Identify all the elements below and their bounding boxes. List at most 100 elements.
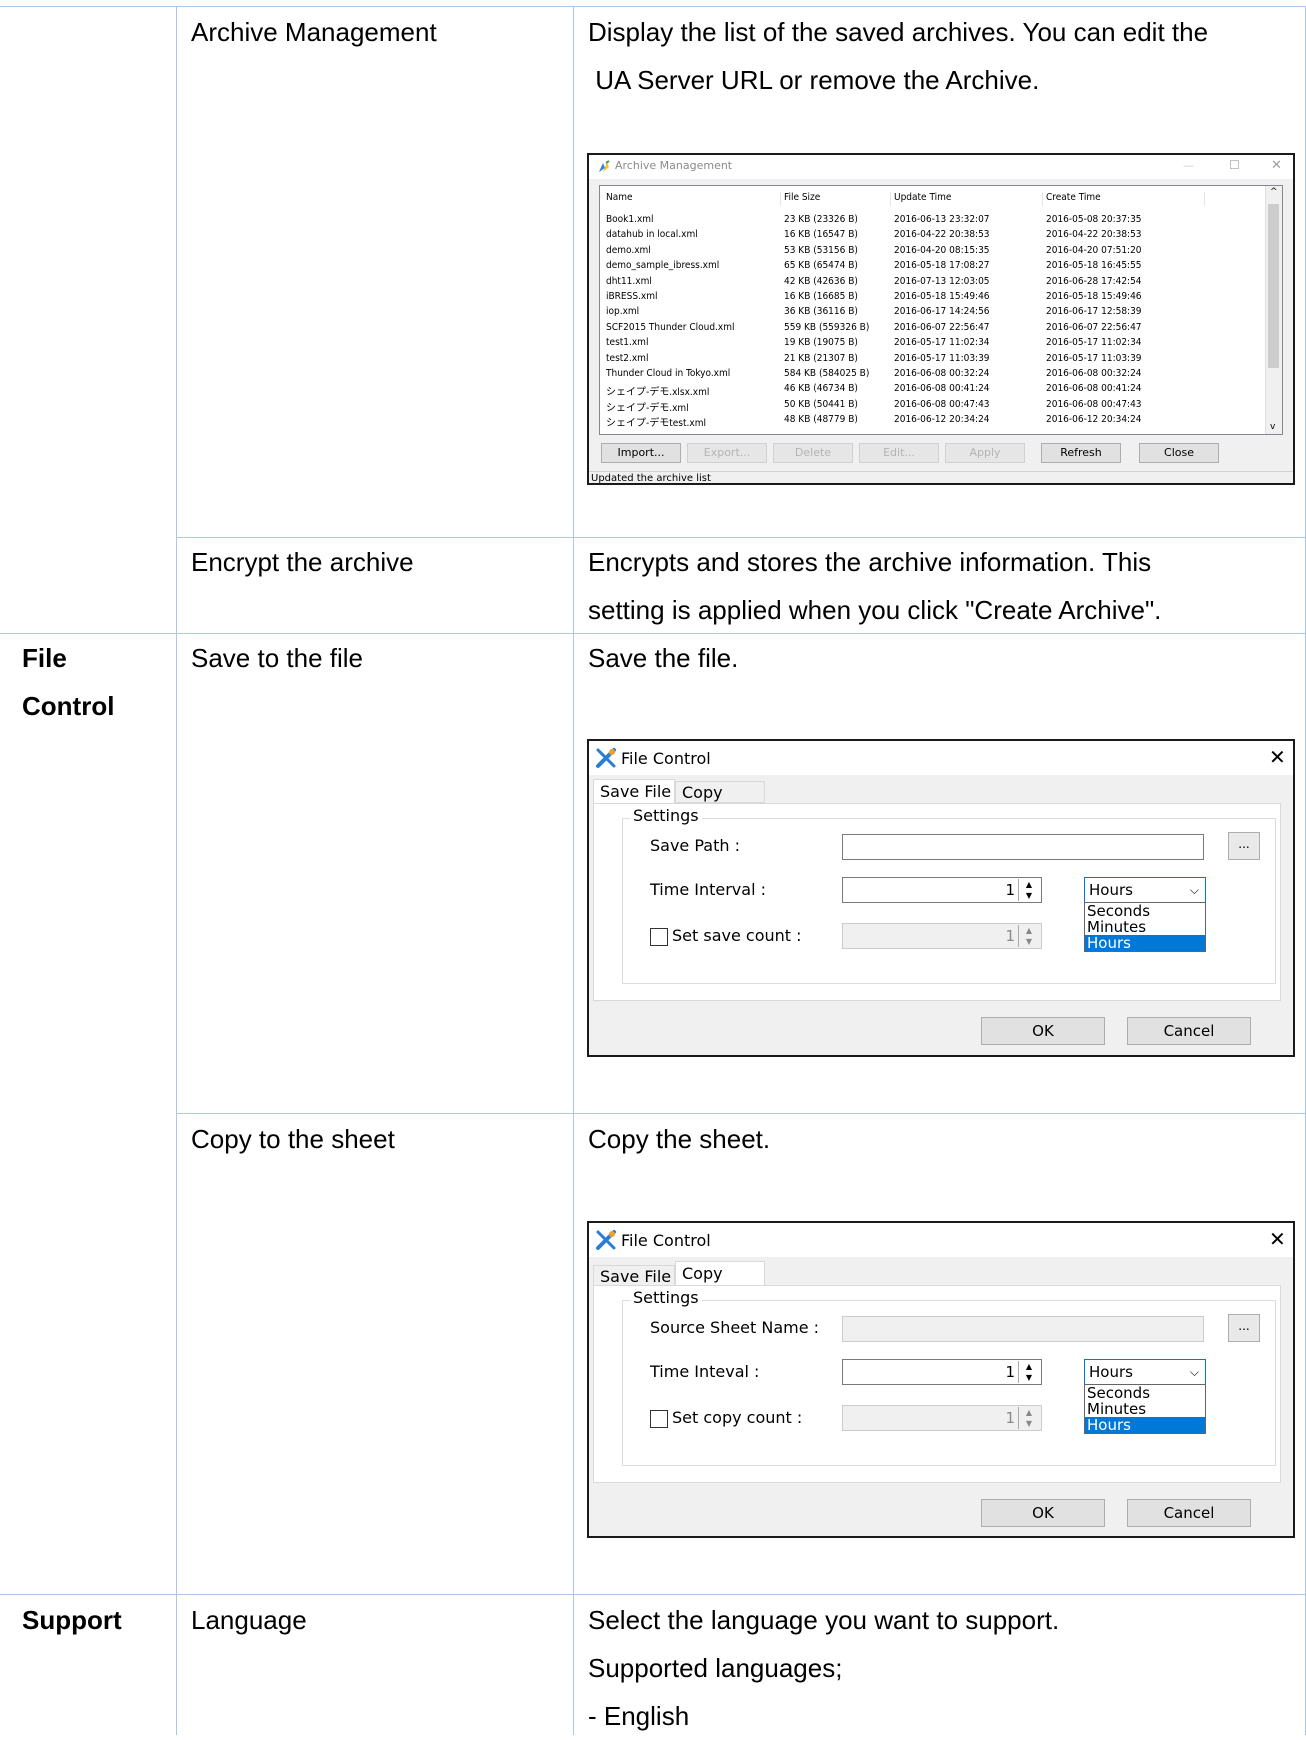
close-icon[interactable]: ✕: [1271, 158, 1282, 173]
archive-list-row[interactable]: dht11.xml 42 KB (42636 B) 2016-07-13 12:03…: [600, 276, 1260, 290]
source-sheet-label: Source Sheet Name :: [650, 1318, 820, 1337]
archive-list-row[interactable]: demo_sample_ibress.xml 65 KB (65474 B) 201…: [600, 260, 1260, 274]
archive-list-row[interactable]: SCF2015 Thunder Cloud.xml 559 KB (559326 …: [600, 322, 1260, 336]
unit-option-hours[interactable]: Hours: [1085, 1417, 1205, 1433]
save-count-checkbox[interactable]: [650, 928, 668, 946]
copy-count-checkbox[interactable]: [650, 1410, 668, 1428]
archive-list-row[interactable]: demo.xml 53 KB (53156 B) 2016-04-20 08:15:…: [600, 245, 1260, 259]
settings-legend: Settings: [630, 1288, 702, 1307]
unit-selected: Hours: [1089, 881, 1133, 899]
close-icon[interactable]: ✕: [1269, 1227, 1286, 1251]
item-archive-management: Archive Management: [191, 17, 437, 47]
archive-column-header[interactable]: Create Time: [1046, 192, 1101, 203]
archive-list-row[interactable]: シェイプ-デモ.xml 50 KB (50441 B) 2016-06-08 00:…: [600, 398, 1260, 414]
archive-list-row[interactable]: Book1.xml 23 KB (23326 B) 2016-06-13 23:32…: [600, 214, 1260, 228]
archive-list-scrollbar[interactable]: ^ v: [1265, 186, 1282, 434]
tab-copy-sheet[interactable]: Copy Sheet: [675, 781, 765, 824]
refresh-button[interactable]: Refresh: [1041, 443, 1121, 463]
archive-list-cell: 2016-04-22 20:38:53: [1046, 229, 1142, 241]
apply-button[interactable]: Apply: [945, 443, 1025, 463]
archive-window-title: Archive Management: [615, 159, 733, 172]
time-interval-spinner[interactable]: ▲ ▼: [1018, 1361, 1039, 1383]
archive-column-header[interactable]: File Size: [784, 192, 820, 203]
desc-encrypt-line2: setting is applied when you click "Creat…: [588, 595, 1162, 625]
tab-copy-sheet[interactable]: Copy Sheet: [675, 1261, 765, 1307]
archive-list-cell: 42 KB (42636 B): [784, 275, 858, 287]
archive-list[interactable]: Name File Size Update Time Create Time Book…: [599, 185, 1283, 435]
unit-option-minutes[interactable]: Minutes: [1085, 919, 1205, 935]
chevron-down-icon: ⌵: [1189, 1365, 1199, 1379]
scroll-up-icon[interactable]: ^: [1270, 187, 1278, 197]
grid-line: [176, 6, 177, 1735]
archive-list-cell: 36 KB (36116 B): [784, 306, 858, 318]
unit-option-seconds[interactable]: Seconds: [1085, 903, 1205, 919]
archive-list-cell: 16 KB (16547 B): [784, 229, 858, 241]
archive-list-cell: 2016-05-17 11:03:39: [1046, 352, 1142, 364]
archive-list-row[interactable]: シェイプ-デモtest.xml 48 KB (48779 B) 2016-06-12…: [600, 414, 1260, 429]
save-count-input[interactable]: 1 ▲ ▼: [842, 923, 1042, 949]
archive-list-cell: 2016-06-08 00:47:43: [1046, 398, 1142, 410]
copy-count-value: 1: [1005, 1409, 1015, 1427]
archive-list-row[interactable]: iBRESS.xml 16 KB (16685 B) 2016-05-18 15:4…: [600, 291, 1260, 305]
maximize-button[interactable]: ☐: [1229, 158, 1240, 172]
archive-column-header[interactable]: Name: [606, 192, 633, 203]
unit-dropdown[interactable]: Hours ⌵: [1084, 1359, 1206, 1385]
scroll-down-icon[interactable]: v: [1270, 422, 1275, 432]
archive-list-cell: 2016-06-08 00:32:24: [894, 368, 990, 379]
copy-count-spinner[interactable]: ▲ ▼: [1018, 1407, 1039, 1429]
delete-button[interactable]: Delete: [773, 443, 853, 463]
unit-option-seconds[interactable]: Seconds: [1085, 1385, 1205, 1401]
status-text: Updated the archive list: [591, 473, 711, 484]
tab-save-file[interactable]: Save File: [593, 779, 675, 805]
copy-count-input[interactable]: 1 ▲ ▼: [842, 1405, 1042, 1431]
archive-list-row[interactable]: Thunder Cloud in Tokyo.xml 584 KB (584025…: [600, 368, 1260, 382]
item-language: Language: [191, 1605, 307, 1635]
tab-save-file[interactable]: Save File: [593, 1265, 675, 1287]
save-count-spinner[interactable]: ▲ ▼: [1018, 925, 1039, 947]
export-button[interactable]: Export...: [687, 443, 767, 463]
browse-button[interactable]: ...: [1228, 832, 1260, 860]
file-control-title: File Control: [621, 749, 711, 768]
archive-list-cell: 16 KB (16685 B): [784, 291, 858, 302]
time-interval-spinner[interactable]: ▲ ▼: [1018, 879, 1039, 901]
archive-list-row[interactable]: iop.xml 36 KB (36116 B) 2016-06-17 14:24:5…: [600, 306, 1260, 320]
file-control-copy-window: File Control ✕ Save File Copy Sheet Sett…: [587, 1221, 1295, 1538]
archive-list-cell: 2016-05-18 17:08:27: [894, 260, 990, 272]
ok-button[interactable]: OK: [981, 1017, 1105, 1045]
save-count-label: Set save count :: [672, 926, 802, 945]
archive-list-cell: 2016-04-20 08:15:35: [894, 244, 990, 256]
scroll-thumb[interactable]: [1268, 204, 1279, 368]
archive-list-row[interactable]: test2.xml 21 KB (21307 B) 2016-05-17 11:03…: [600, 353, 1260, 367]
close-icon[interactable]: ✕: [1269, 745, 1286, 769]
column-separator: [890, 192, 891, 206]
minimize-button[interactable]: —: [1183, 159, 1194, 172]
archive-list-row[interactable]: test1.xml 19 KB (19075 B) 2016-05-17 11:02…: [600, 337, 1260, 351]
edit-button[interactable]: Edit...: [859, 443, 939, 463]
ok-button[interactable]: OK: [981, 1499, 1105, 1527]
unit-option-hours[interactable]: Hours: [1085, 935, 1205, 951]
archive-list-cell: SCF2015 Thunder Cloud.xml: [606, 321, 735, 333]
chevron-down-icon: ⌵: [1189, 883, 1199, 897]
settings-panel: Settings Save Path : ... Time Interval :…: [593, 803, 1281, 1001]
close-button[interactable]: Close: [1139, 443, 1219, 463]
time-interval-input[interactable]: 1 ▲ ▼: [842, 877, 1042, 903]
archive-list-cell: 2016-05-18 15:49:46: [1046, 291, 1142, 302]
time-interval-input[interactable]: 1 ▲ ▼: [842, 1359, 1042, 1385]
unit-option-minutes[interactable]: Minutes: [1085, 1401, 1205, 1417]
status-divider: [589, 471, 1293, 472]
unit-selected: Hours: [1089, 1363, 1133, 1381]
browse-button[interactable]: ...: [1228, 1314, 1260, 1342]
archive-list-row[interactable]: シェイプ-デモ.xlsx.xml 46 KB (46734 B) 2016-06-0…: [600, 383, 1260, 398]
archive-list-cell: 2016-04-22 20:38:53: [894, 229, 990, 241]
archive-list-cell: 2016-05-18 15:49:46: [894, 291, 990, 302]
archive-column-header[interactable]: Update Time: [894, 192, 951, 203]
import-button[interactable]: Import...: [601, 443, 681, 463]
source-sheet-input[interactable]: [842, 1316, 1204, 1342]
unit-dropdown[interactable]: Hours ⌵: [1084, 877, 1206, 903]
archive-list-row[interactable]: datahub in local.xml 16 KB (16547 B) 2016-…: [600, 229, 1260, 243]
cancel-button[interactable]: Cancel: [1127, 1499, 1251, 1527]
save-count-value: 1: [1005, 927, 1015, 945]
desc-language-line2: Supported languages;: [588, 1653, 843, 1683]
cancel-button[interactable]: Cancel: [1127, 1017, 1251, 1045]
save-path-input[interactable]: [842, 834, 1204, 860]
